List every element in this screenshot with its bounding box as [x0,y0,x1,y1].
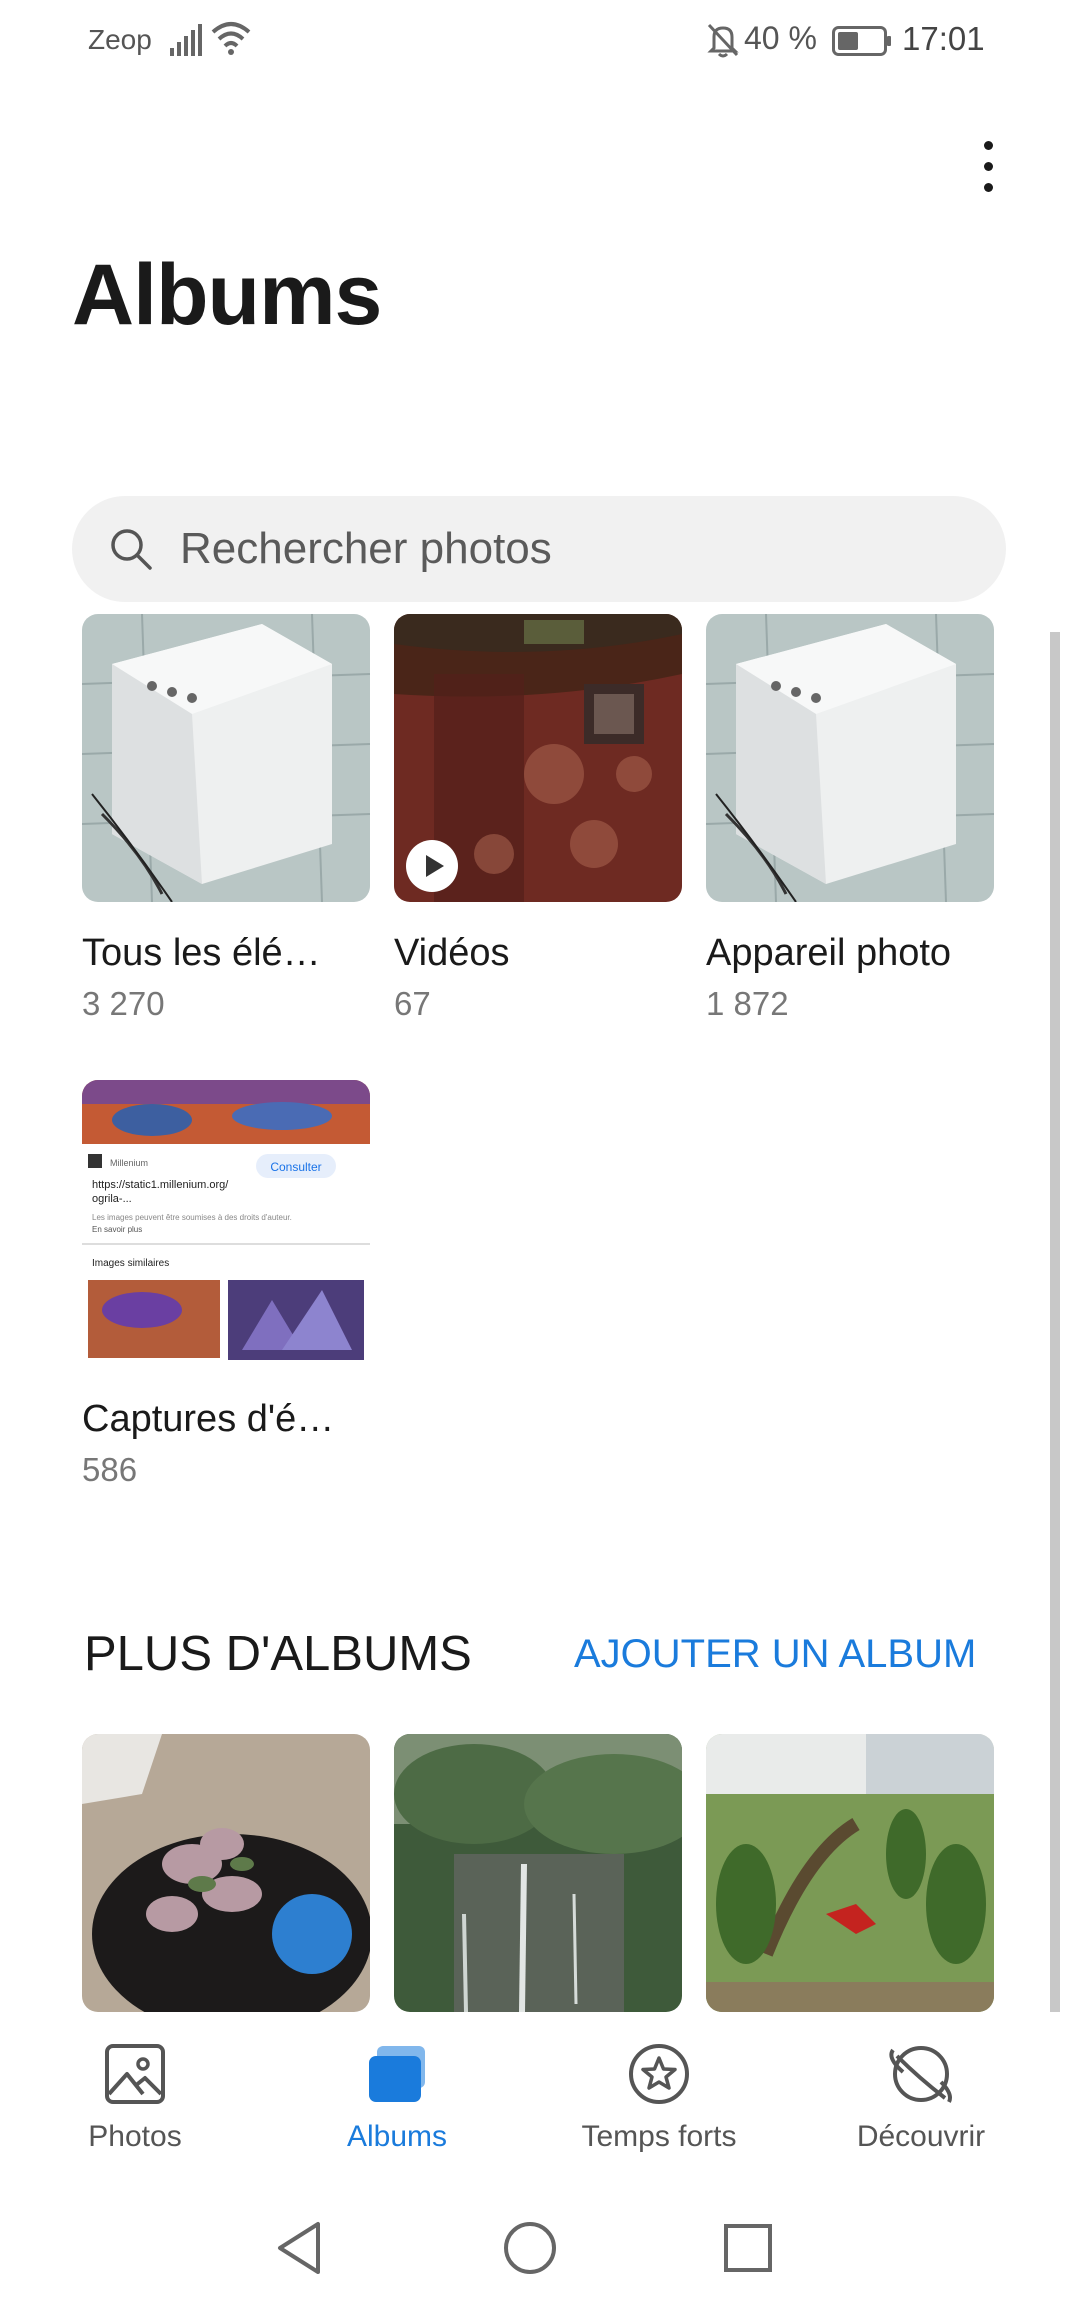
album-tile-plant[interactable] [82,1734,370,2012]
albums-icon [369,2046,425,2102]
svg-text:Consulter: Consulter [270,1160,321,1174]
svg-text:En savoir plus: En savoir plus [92,1225,142,1234]
album-thumbnail [706,1734,994,2012]
search-bar[interactable] [72,496,1006,602]
album-tile-all[interactable]: Tous les élé… 3 270 [82,614,370,1023]
album-thumbnail: Millenium Consulter https://static1.mill… [82,1080,370,1368]
nav-label: Albums [346,2120,448,2153]
bottom-navigation: Photos Albums Temps forts Découvrir [0,2012,1080,2192]
battery-percent: 40 % [744,20,817,56]
add-album-button[interactable]: AJOUTER UN ALBUM [574,1632,976,1677]
search-input[interactable] [180,496,960,602]
recents-icon[interactable] [718,2218,778,2278]
nav-label: Photos [88,2120,182,2153]
svg-text:Images similaires: Images similaires [92,1258,169,1269]
nav-label: Découvrir [856,2120,986,2153]
album-thumbnail [82,1734,370,2012]
mute-icon [707,23,739,58]
image-icon [105,2044,165,2104]
system-navigation [0,2192,1080,2312]
home-icon[interactable] [500,2218,560,2278]
status-bar: Zeop 40 % 17:01 [0,0,1080,80]
carrier-name: Zeop [88,24,152,55]
svg-text:https://static1.millenium.org/: https://static1.millenium.org/ [92,1179,229,1191]
section-title-more-albums: PLUS D'ALBUMS [84,1627,472,1681]
play-icon [406,840,458,892]
album-thumbnail [82,614,370,902]
more-options-button[interactable] [960,130,1016,202]
album-tile-aquarium[interactable] [706,1734,994,2012]
album-thumbnail [394,1734,682,2012]
svg-text:Millenium: Millenium [110,1158,148,1168]
album-count: 586 [82,1451,138,1488]
page-title: Albums [72,247,382,343]
album-name: Captures d'é… [82,1398,335,1440]
album-name: Vidéos [394,932,510,974]
back-icon[interactable] [270,2218,330,2278]
nav-label: Temps forts [581,2120,737,2153]
clock: 17:01 [902,20,985,57]
album-tile-screenshots[interactable]: Millenium Consulter https://static1.mill… [82,1080,370,1489]
album-thumbnail [394,614,682,902]
planet-icon [889,2046,952,2103]
album-name: Appareil photo [706,932,952,974]
signal-icon [170,24,202,56]
wifi-icon [211,22,251,55]
album-tile-videos[interactable]: Vidéos 67 [394,614,682,1023]
album-tile-camera[interactable]: Appareil photo 1 872 [706,614,994,1023]
album-name: Tous les élé… [82,932,321,974]
svg-text:ogrila-...: ogrila-... [92,1193,132,1205]
album-count: 3 270 [82,985,165,1022]
nav-albums[interactable]: Albums [262,2042,532,2154]
nav-discover[interactable]: Découvrir [786,2042,1056,2154]
search-icon [111,529,152,570]
album-tile-waterfall[interactable] [394,1734,682,2012]
nav-highlights[interactable]: Temps forts [524,2042,794,2154]
album-count: 1 872 [706,985,789,1022]
album-thumbnail [706,614,994,902]
star-circle-icon [629,2044,689,2104]
battery-icon [832,26,891,56]
more-vertical-icon [983,140,993,150]
nav-photos[interactable]: Photos [0,2042,270,2154]
svg-text:Les images peuvent être soumis: Les images peuvent être soumises à des d… [92,1213,292,1222]
scrollbar[interactable] [1050,632,1060,2012]
album-count: 67 [394,985,431,1022]
